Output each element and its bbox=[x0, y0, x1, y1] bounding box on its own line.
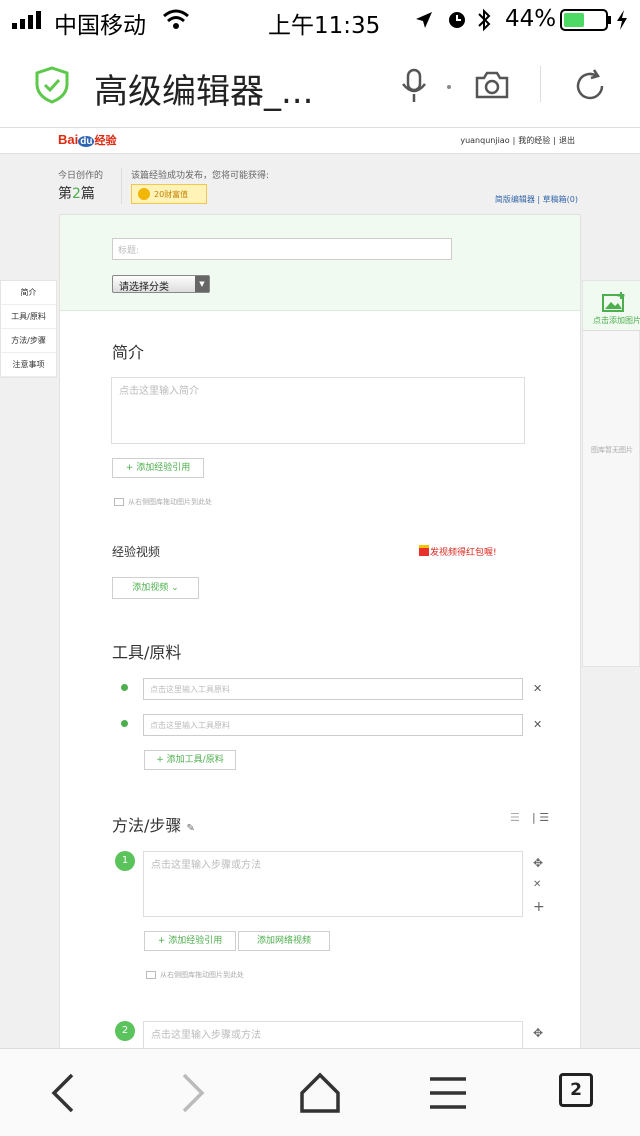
back-arrow-icon[interactable] bbox=[42, 1071, 86, 1115]
image-library-panel: 点击添加图片 图库暂无图片 bbox=[582, 280, 640, 667]
site-header: Bai du 经验 yuanqunjiao | 我的经验 | 退出 bbox=[0, 128, 640, 154]
add-step-icon[interactable]: + bbox=[533, 899, 545, 915]
red-envelope-icon bbox=[419, 545, 429, 556]
reward-badge: 20财富值 bbox=[131, 184, 207, 204]
move-step-2-icon[interactable]: ✥ bbox=[533, 1026, 543, 1040]
tool-input-2[interactable]: 点击这里输入工具原料 bbox=[143, 714, 523, 736]
nav-notes[interactable]: 注意事项 bbox=[1, 353, 56, 377]
drafts-link[interactable]: 草稿箱(0) bbox=[543, 195, 578, 204]
add-experience-ref-button[interactable]: + 添加经验引用 bbox=[112, 458, 204, 478]
tool-input-1[interactable]: 点击这里输入工具原料 bbox=[143, 678, 523, 700]
editor-links: 简版编辑器 | 草稿箱(0) bbox=[494, 195, 578, 204]
menu-icon[interactable] bbox=[426, 1071, 470, 1115]
step-add-ref-button[interactable]: + 添加经验引用 bbox=[144, 931, 236, 951]
title-section: 标题: 请选择分类 ▼ bbox=[60, 215, 580, 311]
battery-icon bbox=[560, 9, 627, 31]
my-experience-link[interactable]: 我的经验 bbox=[518, 136, 550, 145]
location-arrow-icon bbox=[416, 12, 432, 28]
video-heading: 经验视频 bbox=[112, 545, 161, 559]
empty-library-text: 图库暂无图片 bbox=[591, 446, 633, 454]
carrier-label: 中国移动 bbox=[54, 13, 146, 39]
add-video-button[interactable]: 添加视频 ⌄ bbox=[112, 577, 199, 599]
shield-check-icon bbox=[35, 66, 69, 104]
image-icon bbox=[146, 971, 156, 979]
nav-tools[interactable]: 工具/原料 bbox=[1, 305, 56, 329]
forward-arrow-icon[interactable] bbox=[170, 1071, 214, 1115]
divider bbox=[121, 168, 122, 204]
unordered-list-icon[interactable]: | ☰ bbox=[532, 811, 549, 824]
article-count: 第2篇 bbox=[58, 186, 95, 202]
baidu-jingyan-logo[interactable]: Bai du 经验 bbox=[58, 132, 116, 148]
title-input[interactable]: 标题: bbox=[112, 238, 452, 260]
page-title[interactable]: 高级编辑器_... bbox=[94, 64, 313, 113]
dropdown-arrow-icon: ▼ bbox=[195, 276, 209, 292]
reward-text: 该篇经验成功发布，您将可能获得: bbox=[131, 171, 270, 181]
ordered-list-icon[interactable]: ☰ bbox=[510, 811, 520, 824]
coin-icon bbox=[138, 188, 150, 200]
step-number-2: 2 bbox=[115, 1021, 135, 1041]
editor-card: 标题: 请选择分类 ▼ 简介 点击这里输入简介 + 添加经验引用 从右侧图库拖动图… bbox=[59, 214, 581, 1048]
edit-pencil-icon: ✎ bbox=[186, 823, 195, 834]
drag-image-hint-step: 从右侧图库拖动图片到此处 bbox=[146, 970, 244, 980]
bullet-dot bbox=[121, 684, 128, 691]
bluetooth-icon bbox=[478, 8, 491, 32]
bullet-dot bbox=[121, 720, 128, 727]
web-page: Bai du 经验 yuanqunjiao | 我的经验 | 退出 今日创作的 第2篇 该篇… bbox=[0, 128, 640, 1048]
section-nav: 简介 工具/原料 方法/步骤 注意事项 bbox=[0, 280, 57, 378]
home-icon[interactable] bbox=[298, 1071, 342, 1115]
step-number-1: 1 bbox=[115, 851, 135, 871]
browser-toolbar: 2 bbox=[0, 1048, 640, 1136]
add-image-icon bbox=[602, 292, 625, 312]
step-textarea-2[interactable]: 点击这里输入步骤或方法 bbox=[143, 1021, 523, 1048]
category-select[interactable]: 请选择分类 ▼ bbox=[112, 275, 210, 293]
user-links: yuanqunjiao | 我的经验 | 退出 bbox=[460, 136, 575, 145]
logout-link[interactable]: 退出 bbox=[559, 136, 575, 145]
intro-textarea[interactable]: 点击这里输入简介 bbox=[111, 377, 525, 444]
step-add-video-button[interactable]: 添加网络视频 bbox=[238, 931, 330, 951]
remove-tool-2-icon[interactable]: ✕ bbox=[533, 718, 542, 731]
username-link[interactable]: yuanqunjiao bbox=[460, 136, 509, 145]
step-textarea-1[interactable]: 点击这里输入步骤或方法 bbox=[143, 851, 523, 917]
divider bbox=[540, 66, 541, 102]
nav-intro[interactable]: 简介 bbox=[1, 281, 56, 305]
video-promo[interactable]: 发视频得红包喔! bbox=[419, 545, 497, 558]
refresh-icon[interactable] bbox=[572, 68, 608, 104]
tab-count-button[interactable]: 2 bbox=[559, 1073, 593, 1107]
intro-heading: 简介 bbox=[112, 343, 145, 362]
clock: 上午11:35 bbox=[268, 13, 381, 39]
drag-image-hint: 从右侧图库拖动图片到此处 bbox=[114, 497, 212, 507]
microphone-icon[interactable] bbox=[400, 68, 428, 104]
status-bar: 中国移动 上午11:35 44% bbox=[0, 0, 640, 40]
signal-icon bbox=[12, 11, 41, 29]
delete-step-icon[interactable]: ✕ bbox=[533, 879, 541, 890]
browser-address-bar: 高级编辑器_... bbox=[0, 40, 640, 128]
add-image-label: 点击添加图片 bbox=[593, 316, 640, 325]
camera-icon[interactable] bbox=[474, 70, 510, 100]
steps-heading: 方法/步骤 ✎ bbox=[112, 816, 195, 835]
remove-tool-1-icon[interactable]: ✕ bbox=[533, 682, 542, 695]
tools-heading: 工具/原料 bbox=[112, 643, 182, 662]
separator-dot-icon bbox=[447, 85, 451, 89]
nav-steps[interactable]: 方法/步骤 bbox=[1, 329, 56, 353]
add-image-area[interactable]: 点击添加图片 bbox=[583, 281, 640, 331]
battery-percent: 44% bbox=[505, 6, 557, 32]
move-step-icon[interactable]: ✥ bbox=[533, 856, 543, 870]
add-tool-button[interactable]: + 添加工具/原料 bbox=[144, 750, 236, 770]
today-label: 今日创作的 bbox=[58, 171, 104, 181]
image-icon bbox=[114, 498, 124, 506]
simple-editor-link[interactable]: 简版编辑器 bbox=[495, 195, 535, 204]
wifi-icon bbox=[163, 9, 189, 29]
alarm-icon bbox=[449, 12, 465, 28]
